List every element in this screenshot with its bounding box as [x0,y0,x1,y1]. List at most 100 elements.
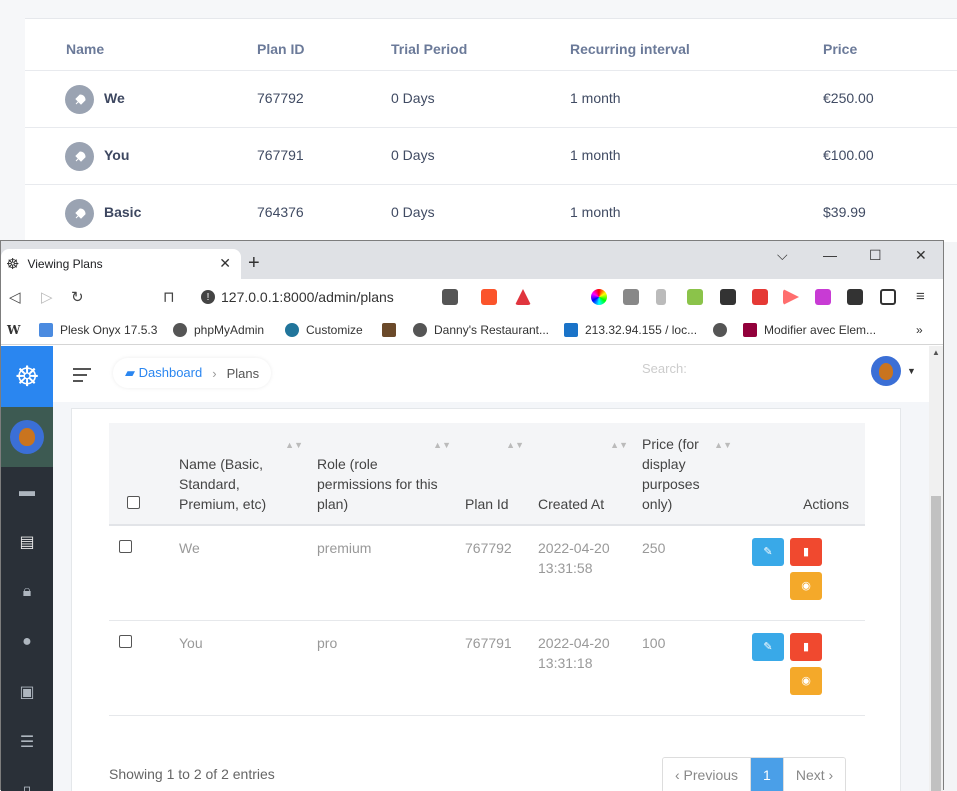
col-name[interactable]: Name (Basic, Standard, Premium, etc) ▲▼ [171,423,309,526]
wikipedia-icon[interactable]: W [7,323,20,337]
next-button[interactable]: Next › [783,758,846,791]
edit-icon: ✎ [763,640,773,653]
bookmark-item[interactable]: Danny's Restaurant... [413,323,549,337]
nextcloud-icon [564,323,578,337]
sidebar-item-user-icon[interactable]: ● [1,617,53,667]
brave-shield-icon[interactable] [481,289,497,305]
view-button[interactable]: ◉ [790,572,822,600]
sidebar: ☸ ▬ ▤ 🔒︎ ● ▣ ☰ ▯ [1,346,53,791]
bookmark-item[interactable]: Plesk Onyx 17.5.3 [39,323,157,337]
crown-icon[interactable] [720,289,736,305]
row-checkbox[interactable] [119,634,132,648]
scrollbar-thumb[interactable] [931,496,941,791]
helm-logo-icon[interactable]: ☸ [1,346,53,407]
menu-icon[interactable]: ≡ [916,288,925,305]
col-created[interactable]: Created At ▲▼ [530,423,634,526]
delete-button[interactable]: ▮ [790,632,822,661]
row-checkbox[interactable] [119,540,132,553]
user-avatar[interactable] [871,356,901,386]
sidebar-item-notebook-icon[interactable]: ▤ [1,517,53,567]
bookmark-item[interactable] [713,323,734,337]
hamburger-icon[interactable] [73,368,91,386]
cell-name: We [171,525,309,621]
row-select [109,620,171,716]
info-icon[interactable]: ! [201,290,215,304]
tab-close-icon[interactable]: ✕ [219,255,231,272]
col-role[interactable]: Role (role permissions for this plan) ▲▼ [309,423,457,526]
col-created-label: Created At [538,496,605,512]
bg-table-row[interactable]: You 767791 0 Days 1 month €100.00 [25,127,957,184]
globe-icon [713,323,727,337]
gif-icon[interactable] [687,289,703,305]
t-extension-icon[interactable] [815,289,831,305]
select-all-checkbox[interactable] [127,496,140,509]
extensions-puzzle-icon[interactable] [847,289,863,305]
url-field[interactable]: ! 127.0.0.1:8000/admin/plans [187,284,467,310]
bg-col-interval: Recurring interval [570,41,690,57]
tab-strip: ☸ Viewing Plans ✕ + ⌵ — ☐ ✕ [1,241,943,279]
bg-col-name: Name [66,41,105,57]
col-price[interactable]: Price (for display purposes only) ▲▼ [634,423,738,526]
reload-icon[interactable]: ↻ [71,288,84,306]
plesk-icon [39,323,53,337]
bg-table-row[interactable]: We 767792 0 Days 1 month €250.00 [25,70,957,127]
previous-button[interactable]: ‹ Previous [663,758,751,791]
sort-icon: ▲▼ [433,440,451,450]
bookmark-icon[interactable]: ⊓ [163,288,175,306]
page-1-button[interactable]: 1 [750,758,784,791]
bookmark-item[interactable] [382,323,403,337]
view-button[interactable]: ◉ [790,666,822,695]
background-app: Name Plan ID Trial Period Recurring inte… [0,0,957,242]
bg-table-row[interactable]: Basic 764376 0 Days 1 month $39.99 [25,184,957,241]
breadcrumb-current: Plans [226,365,260,381]
chevron-down-icon[interactable]: ▼ [907,366,916,376]
color-picker-icon[interactable] [591,289,607,305]
play-icon[interactable] [783,289,799,305]
sidebar-item-lock-icon[interactable]: 🔒︎ [1,567,53,617]
back-icon[interactable]: ◁ [9,288,21,306]
extension-red-icon[interactable] [752,289,768,305]
tab-viewing-plans[interactable]: ☸ Viewing Plans ✕ [1,249,241,279]
delete-button[interactable]: ▮ [790,538,822,566]
scroll-up-icon[interactable]: ▲ [932,348,940,357]
bookmarks-more[interactable]: » [916,323,923,337]
bookmark-item[interactable]: Customize [285,323,363,337]
bg-interval: 1 month [570,90,621,106]
bg-name: You [104,147,130,163]
maximize-button[interactable]: ☐ [869,247,882,264]
tab-search-icon[interactable]: ⌵ [777,247,788,264]
elementor-icon [743,323,757,337]
breadcrumb-dashboard[interactable]: ▰ Dashboard [125,365,202,381]
sidebar-item-images-icon[interactable]: ▣ [1,667,53,717]
edit-button[interactable]: ✎ [752,538,784,566]
col-plan-id[interactable]: Plan Id ▲▼ [457,423,530,526]
page-scrollbar[interactable]: ▲ [929,346,943,791]
bookmarks-bar: W Plesk Onyx 17.5.3 phpMyAdmin Customize… [1,315,943,345]
translate-icon[interactable] [442,289,458,305]
bookmark-item[interactable]: 213.32.94.155 / loc... [564,323,697,337]
cell-created: 2022-04-20 13:31:58 [530,525,634,621]
bookmark-item[interactable]: Modifier avec Elem... [743,323,876,337]
address-bar: ◁ ▷ ↻ ⊓ ! 127.0.0.1:8000/admin/plans ≡ [1,279,943,315]
cell-name: You [171,620,309,716]
edit-button[interactable]: ✎ [752,632,784,661]
sidebar-avatar[interactable] [1,407,53,467]
cell-plan-id: 767792 [457,525,530,621]
brave-rewards-icon[interactable] [515,289,531,305]
forward-icon[interactable]: ▷ [41,288,53,306]
mobile-icon[interactable] [656,289,666,305]
wallet-icon[interactable] [880,289,896,305]
new-tab-button[interactable]: + [248,253,260,273]
bookmark-label: Danny's Restaurant... [434,323,550,337]
sidebar-item-list-icon[interactable]: ☰ [1,717,53,767]
close-window-button[interactable]: ✕ [915,247,927,264]
table-row: You pro 767791 2022-04-20 13:31:18 100 ✎… [109,620,865,716]
bookmark-item[interactable]: phpMyAdmin [173,323,264,337]
sidebar-item-file-icon[interactable]: ▯ [1,767,53,791]
bg-interval: 1 month [570,147,621,163]
rocket-icon [65,199,94,228]
col-name-label: Name (Basic, Standard, Premium, etc) [179,456,267,512]
minimize-button[interactable]: — [823,247,837,263]
camera-icon[interactable] [623,289,639,305]
sidebar-item-car-icon[interactable]: ▬ [1,467,53,517]
